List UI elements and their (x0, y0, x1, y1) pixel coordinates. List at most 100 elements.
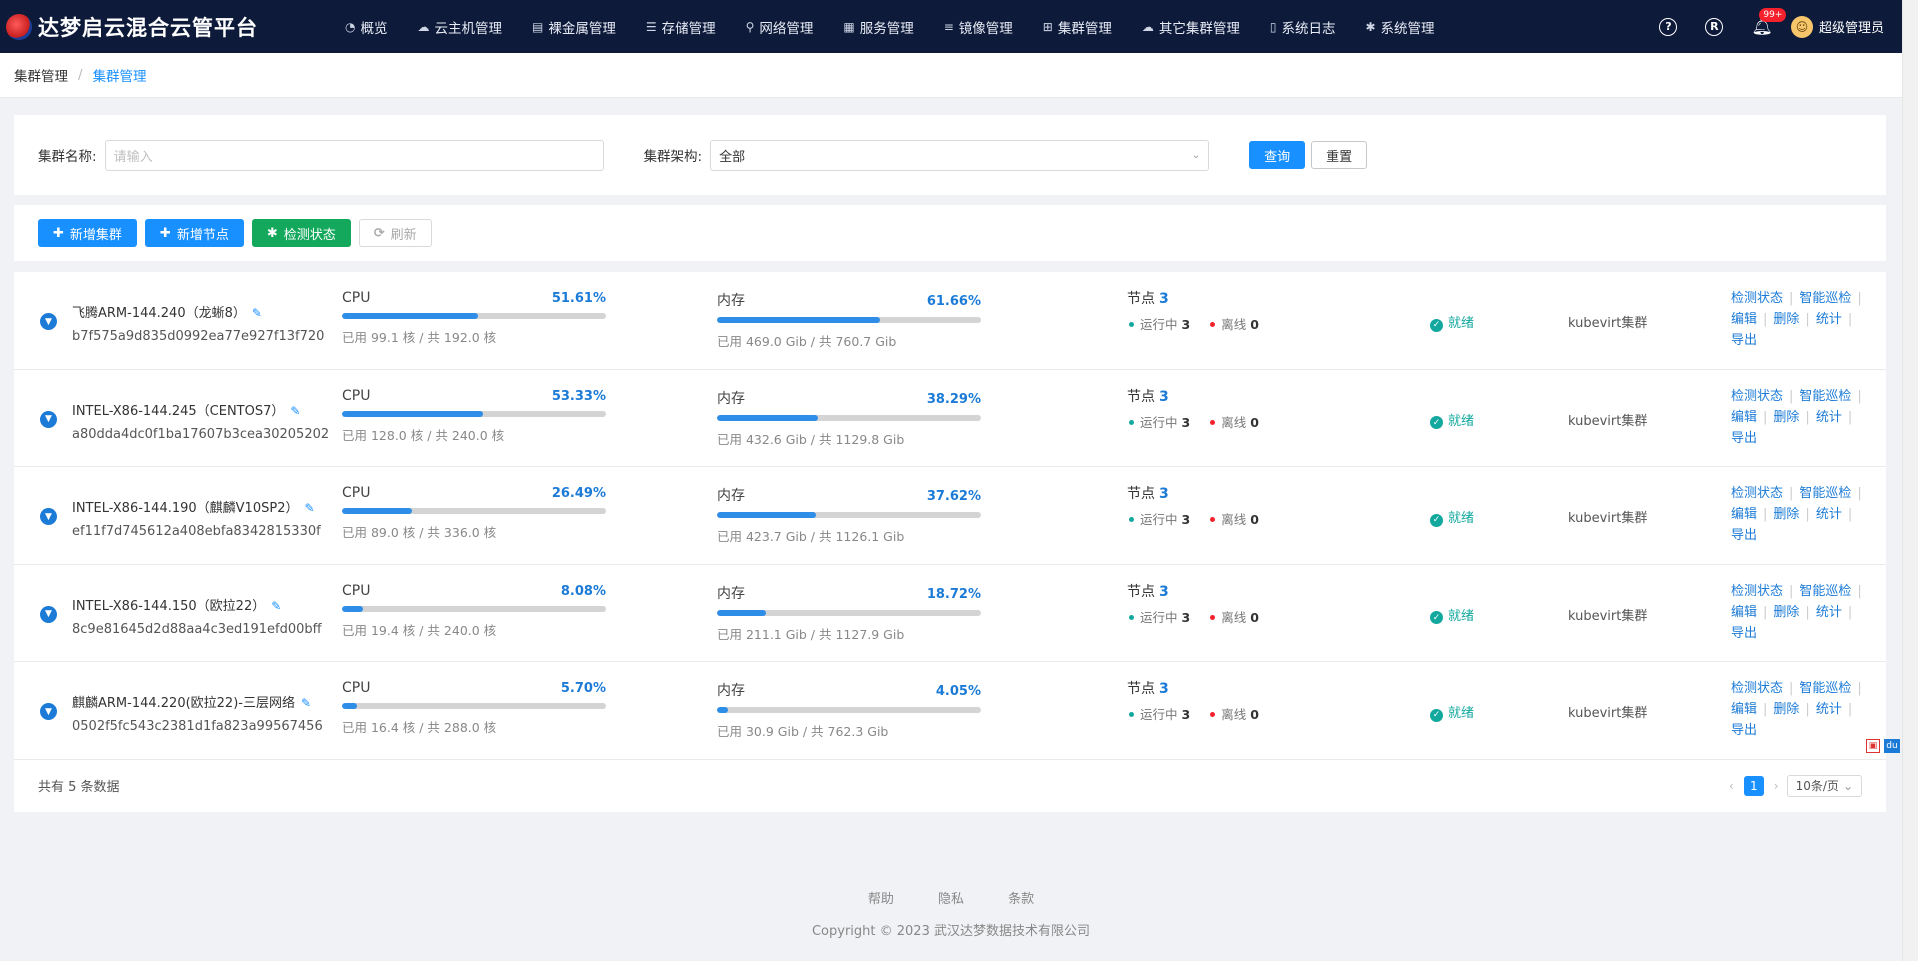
user-avatar[interactable]: ☺ (1790, 15, 1813, 38)
pagination: ‹ 1 › 10条/页 ⌄ (1729, 774, 1862, 797)
nav-item[interactable]: ▯ 系统日志 (1255, 0, 1351, 53)
edit-icon[interactable]: ✎ (271, 599, 281, 613)
export-link[interactable]: 导出 (1731, 333, 1757, 348)
nav-item[interactable]: ◔ 概览 (330, 0, 402, 53)
smart-patrol-link[interactable]: 智能巡检 (1799, 486, 1851, 501)
check-status-link[interactable]: 检测状态 (1731, 291, 1783, 306)
notification-bell-icon[interactable]: 🔔︎ 99+ (1751, 7, 1787, 37)
footer-help-link[interactable]: 帮助 (868, 892, 894, 907)
nav-item[interactable]: ⚲ 网络管理 (731, 0, 829, 53)
nav-label: 服务管理 (859, 20, 914, 37)
nav-item[interactable]: ▤ 裸金属管理 (517, 0, 631, 53)
nav-item[interactable]: ≡ 镜像管理 (929, 0, 1028, 53)
cpu-progress-bar (342, 410, 606, 417)
edit-link[interactable]: 编辑 (1731, 312, 1757, 327)
expand-row-icon[interactable]: ▼ (40, 508, 57, 525)
cpu-usage: CPU 26.49% 已用 89.0 核 / 共 336.0 核 (342, 485, 606, 541)
nav-icon: ☁ (1141, 19, 1154, 34)
expand-row-icon[interactable]: ▼ (40, 410, 57, 428)
delete-link[interactable]: 删除 (1773, 410, 1799, 425)
query-button[interactable]: 查询 (1249, 141, 1306, 169)
stats-link[interactable]: 统计 (1816, 702, 1842, 717)
check-status-link[interactable]: 检测状态 (1731, 389, 1783, 404)
nav-item[interactable]: ✱ 系统管理 (1350, 0, 1449, 53)
running-dot-icon (1129, 614, 1134, 620)
expand-row-icon[interactable]: ▼ (40, 313, 57, 330)
stats-link[interactable]: 统计 (1816, 312, 1842, 327)
export-link[interactable]: 导出 (1731, 431, 1757, 446)
nav-label: 存储管理 (661, 20, 716, 37)
edit-icon[interactable]: ✎ (252, 306, 262, 320)
footer-privacy-link[interactable]: 隐私 (938, 892, 964, 907)
add-node-button[interactable]: ✚ 新增节点 (144, 219, 244, 247)
nav-item[interactable]: ▦ 服务管理 (828, 0, 928, 53)
nav-icon: ▯ (1269, 19, 1277, 34)
edit-link[interactable]: 编辑 (1731, 605, 1757, 620)
smart-patrol-link[interactable]: 智能巡检 (1799, 389, 1851, 404)
memory-progress-fill (717, 414, 819, 421)
stats-link[interactable]: 统计 (1816, 605, 1842, 620)
export-link[interactable]: 导出 (1731, 528, 1757, 543)
cluster-name-input[interactable]: 请输入 (104, 139, 604, 171)
add-node-label: 新增节点 (176, 227, 229, 243)
breadcrumb-parent[interactable]: 集群管理 (14, 65, 68, 85)
running-dot-icon (1129, 517, 1134, 522)
stats-link[interactable]: 统计 (1816, 507, 1842, 522)
cluster-name-text: INTEL-X86-144.150（欧拉22） (72, 598, 266, 614)
check-circle-icon: ✓ (1430, 318, 1443, 332)
check-status-link[interactable]: 检测状态 (1731, 584, 1783, 599)
smart-patrol-link[interactable]: 智能巡检 (1799, 584, 1851, 599)
status-badge: ✓ 就绪 (1430, 507, 1474, 527)
cluster-id: b7f575a9d835d0992ea77e927f13f720 (72, 329, 325, 344)
cpu-label: CPU (342, 387, 371, 404)
add-cluster-button[interactable]: ✚ 新增集群 (38, 219, 137, 247)
status-text: 就绪 (1448, 511, 1475, 526)
prev-page-icon[interactable]: ‹ (1729, 779, 1734, 793)
memory-progress-bar (717, 707, 981, 713)
pdf-icon[interactable]: ▣ (1866, 739, 1880, 753)
nav-item[interactable]: ☰ 存储管理 (631, 0, 731, 53)
edit-icon[interactable]: ✎ (304, 501, 314, 515)
edit-link[interactable]: 编辑 (1731, 702, 1757, 717)
export-link[interactable]: 导出 (1731, 626, 1757, 641)
username[interactable]: 超级管理员 (1819, 17, 1884, 36)
status-text: 就绪 (1448, 706, 1475, 721)
export-link[interactable]: 导出 (1731, 723, 1757, 738)
page-1[interactable]: 1 (1743, 775, 1764, 796)
check-status-button[interactable]: ✱ 检测状态 (251, 219, 351, 247)
page-scrollbar[interactable] (1902, 0, 1918, 961)
expand-row-icon[interactable]: ▼ (40, 605, 57, 623)
cpu-used: 已用 89.0 核 / 共 336.0 核 (342, 525, 497, 540)
cluster-type: kubevirt集群 (1568, 511, 1648, 526)
page-size-select[interactable]: 10条/页 ⌄ (1786, 774, 1862, 797)
edit-link[interactable]: 编辑 (1731, 507, 1757, 522)
smart-patrol-link[interactable]: 智能巡检 (1799, 291, 1851, 306)
edit-icon[interactable]: ✎ (301, 696, 311, 710)
refresh-button[interactable]: ⟳ 刷新 (358, 219, 432, 247)
check-status-link[interactable]: 检测状态 (1731, 681, 1783, 696)
delete-link[interactable]: 删除 (1773, 312, 1799, 327)
footer-terms-link[interactable]: 条款 (1008, 892, 1034, 907)
reset-button[interactable]: 重置 (1311, 141, 1368, 169)
cluster-name-text: 麒麟ARM-144.220(欧拉22)-三层网络 (72, 696, 295, 711)
brand[interactable]: 达梦启云混合云管平台 (0, 12, 330, 42)
edit-icon[interactable]: ✎ (290, 404, 300, 418)
stats-link[interactable]: 统计 (1816, 410, 1842, 425)
cluster-name: 飞腾ARM-144.240（龙蜥8） ✎ (72, 302, 262, 321)
next-page-icon[interactable]: › (1774, 779, 1779, 793)
translate-icon[interactable]: du (1884, 739, 1900, 753)
nav-item[interactable]: ☁ 其它集群管理 (1127, 0, 1255, 53)
delete-link[interactable]: 删除 (1773, 507, 1799, 522)
registered-icon[interactable]: R (1705, 17, 1724, 36)
edit-link[interactable]: 编辑 (1731, 410, 1757, 425)
cluster-name: INTEL-X86-144.190（麒麟V10SP2） ✎ (72, 497, 315, 516)
nav-item[interactable]: ⊞ 集群管理 (1028, 0, 1127, 53)
delete-link[interactable]: 删除 (1773, 605, 1799, 620)
help-icon[interactable]: ? (1659, 17, 1678, 36)
smart-patrol-link[interactable]: 智能巡检 (1799, 681, 1851, 696)
nav-item[interactable]: ☁ 云主机管理 (402, 0, 517, 53)
delete-link[interactable]: 删除 (1773, 702, 1799, 717)
expand-row-icon[interactable]: ▼ (40, 703, 57, 720)
check-status-link[interactable]: 检测状态 (1731, 486, 1783, 501)
cluster-arch-select[interactable]: 全部 ⌄ (710, 139, 1210, 171)
